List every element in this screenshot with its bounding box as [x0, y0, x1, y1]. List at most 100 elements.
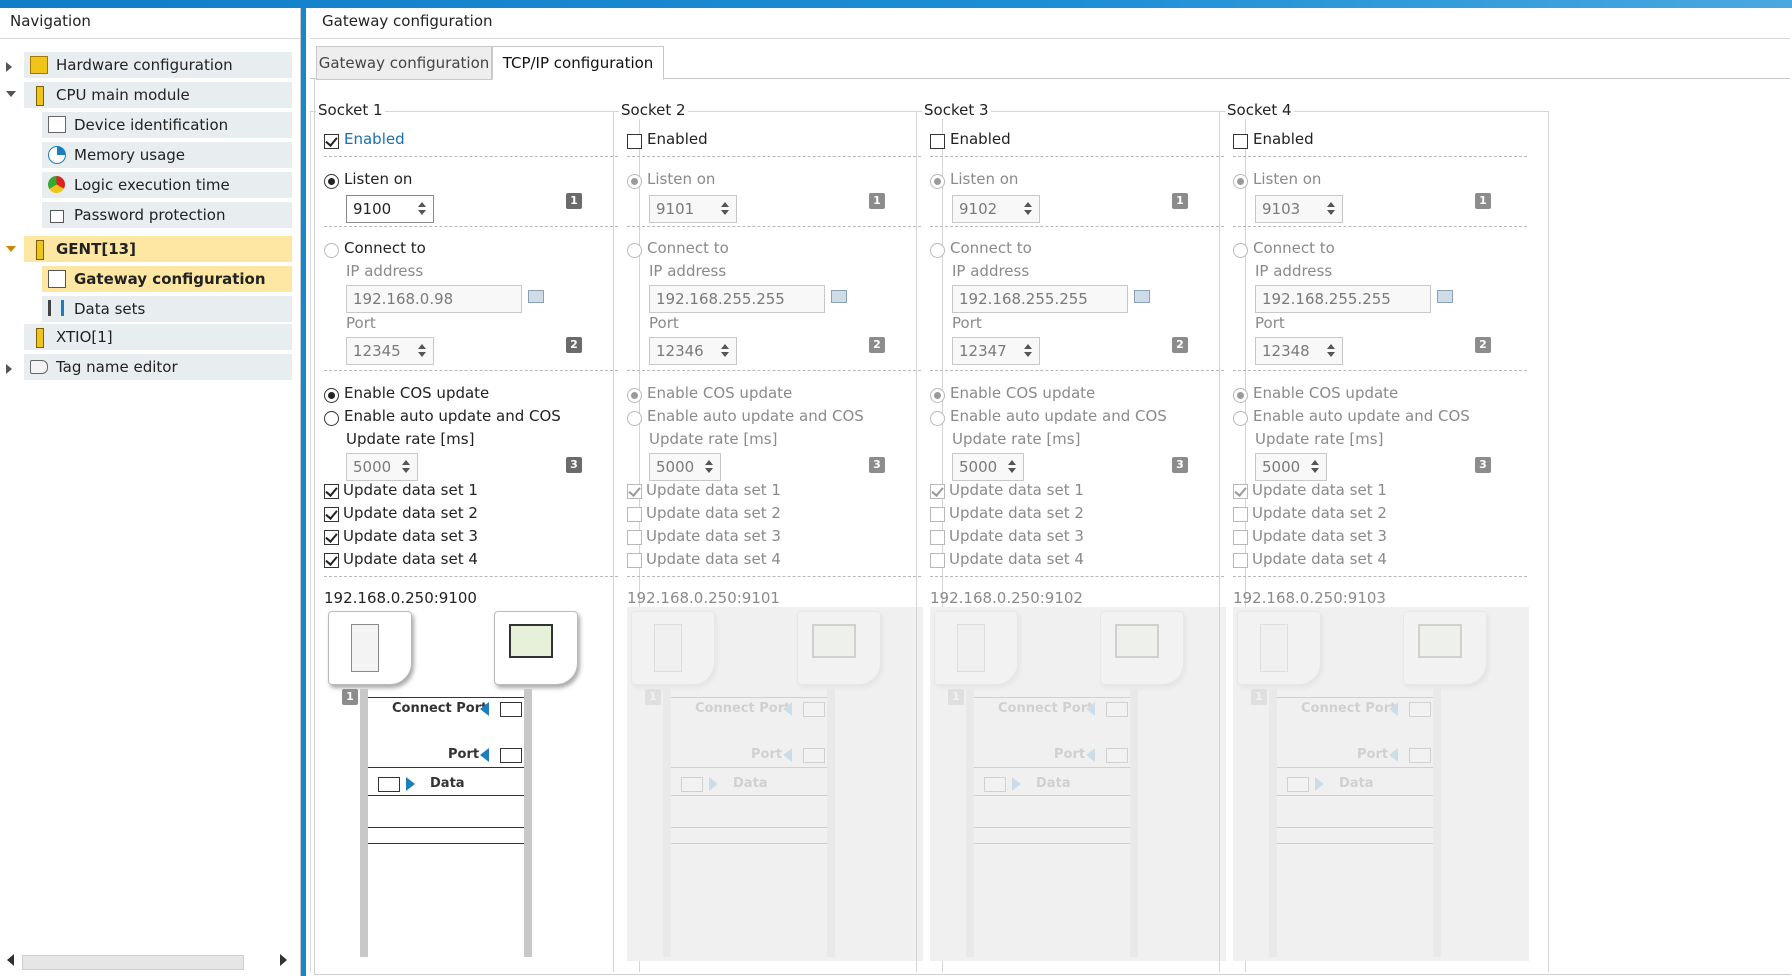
spin-down-icon[interactable]	[402, 468, 410, 473]
tab-tcpip-configuration[interactable]: TCP/IP configuration	[492, 46, 664, 80]
enable-auto-update-radio[interactable]	[930, 411, 945, 426]
connect-port-spinbox[interactable]: 12345	[346, 337, 434, 365]
connect-to-radio[interactable]	[1233, 243, 1248, 258]
connect-to-radio[interactable]	[930, 243, 945, 258]
tree-item-tag-name-editor[interactable]: Tag name editor	[24, 354, 292, 380]
tab-gateway-configuration[interactable]: Gateway configuration	[316, 46, 492, 80]
spin-up-icon[interactable]	[1008, 460, 1016, 465]
update-rate-spinbox[interactable]: 5000	[649, 453, 721, 481]
connect-port-spinbox[interactable]: 12347	[952, 337, 1040, 365]
network-pc-icon[interactable]	[528, 290, 544, 303]
spin-up-icon[interactable]	[721, 344, 729, 349]
tree-item-xtio1[interactable]: XTIO[1]	[24, 324, 292, 350]
spin-up-icon[interactable]	[721, 202, 729, 207]
enable-auto-update-radio[interactable]	[324, 411, 339, 426]
spin-down-icon[interactable]	[418, 352, 426, 357]
spin-up-icon[interactable]	[418, 202, 426, 207]
spin-down-icon[interactable]	[1008, 468, 1016, 473]
update-data-set-1-checkbox[interactable]	[930, 484, 945, 499]
collapse-arrow-icon[interactable]	[6, 91, 16, 97]
scrollbar-thumb[interactable]	[22, 955, 244, 970]
update-data-set-3-checkbox[interactable]	[627, 530, 642, 545]
spin-down-icon[interactable]	[705, 468, 713, 473]
connect-port-spinbox[interactable]: 12346	[649, 337, 737, 365]
spin-up-icon[interactable]	[1311, 460, 1319, 465]
tree-item-gent13[interactable]: GENT[13]	[24, 236, 292, 262]
enable-auto-update-radio[interactable]	[627, 411, 642, 426]
enable-cos-radio[interactable]	[324, 388, 339, 403]
network-pc-icon[interactable]	[1437, 290, 1453, 303]
listen-on-radio[interactable]	[930, 174, 945, 189]
enable-cos-radio[interactable]	[930, 388, 945, 403]
update-data-set-4-checkbox[interactable]	[1233, 553, 1248, 568]
spin-down-icon[interactable]	[721, 352, 729, 357]
spin-up-icon[interactable]	[1327, 202, 1335, 207]
network-pc-icon[interactable]	[1134, 290, 1150, 303]
network-pc-icon[interactable]	[831, 290, 847, 303]
enable-auto-update-radio[interactable]	[1233, 411, 1248, 426]
spin-down-icon[interactable]	[1311, 468, 1319, 473]
expand-arrow-icon[interactable]	[6, 62, 12, 72]
spin-down-icon[interactable]	[1024, 352, 1032, 357]
enable-cos-radio[interactable]	[1233, 388, 1248, 403]
update-data-set-2-checkbox[interactable]	[324, 507, 339, 522]
listen-port-spinbox[interactable]: 9102	[952, 195, 1040, 223]
update-data-set-2-checkbox[interactable]	[627, 507, 642, 522]
tree-item-memory-usage[interactable]: Memory usage	[42, 142, 292, 168]
listen-port-spinbox[interactable]: 9103	[1255, 195, 1343, 223]
spin-up-icon[interactable]	[402, 460, 410, 465]
spin-down-icon[interactable]	[1024, 210, 1032, 215]
update-data-set-3-checkbox[interactable]	[930, 530, 945, 545]
enabled-checkbox[interactable]	[324, 134, 339, 149]
enabled-checkbox[interactable]	[1233, 134, 1248, 149]
connect-to-radio[interactable]	[627, 243, 642, 258]
enabled-checkbox[interactable]	[930, 134, 945, 149]
collapse-arrow-icon[interactable]	[6, 246, 16, 252]
ip-address-field[interactable]: 192.168.255.255	[952, 285, 1128, 313]
spin-up-icon[interactable]	[1024, 202, 1032, 207]
spin-up-icon[interactable]	[1024, 344, 1032, 349]
enable-cos-radio[interactable]	[627, 388, 642, 403]
spin-down-icon[interactable]	[418, 210, 426, 215]
spin-down-icon[interactable]	[721, 210, 729, 215]
listen-on-radio[interactable]	[1233, 174, 1248, 189]
update-data-set-1-checkbox[interactable]	[324, 484, 339, 499]
update-data-set-4-checkbox[interactable]	[930, 553, 945, 568]
update-rate-spinbox[interactable]: 5000	[346, 453, 418, 481]
update-data-set-3-checkbox[interactable]	[324, 530, 339, 545]
update-data-set-3-checkbox[interactable]	[1233, 530, 1248, 545]
spin-up-icon[interactable]	[705, 460, 713, 465]
horizontal-scrollbar[interactable]	[0, 950, 296, 972]
spin-down-icon[interactable]	[1327, 210, 1335, 215]
update-rate-spinbox[interactable]: 5000	[1255, 453, 1327, 481]
tree-item-hardware-configuration[interactable]: Hardware configuration	[24, 52, 292, 78]
scroll-left-icon[interactable]	[7, 954, 14, 966]
update-rate-spinbox[interactable]: 5000	[952, 453, 1024, 481]
spin-up-icon[interactable]	[418, 344, 426, 349]
connect-to-radio[interactable]	[324, 243, 339, 258]
update-data-set-1-checkbox[interactable]	[627, 484, 642, 499]
tree-item-logic-execution-time[interactable]: Logic execution time	[42, 172, 292, 198]
tree-item-password-protection[interactable]: Password protection	[42, 202, 292, 228]
connect-port-spinbox[interactable]: 12348	[1255, 337, 1343, 365]
tree-item-data-sets[interactable]: Data sets	[42, 296, 292, 322]
update-data-set-2-checkbox[interactable]	[930, 507, 945, 522]
spin-up-icon[interactable]	[1327, 344, 1335, 349]
ip-address-field[interactable]: 192.168.0.98	[346, 285, 522, 313]
update-data-set-1-checkbox[interactable]	[1233, 484, 1248, 499]
listen-on-radio[interactable]	[324, 174, 339, 189]
update-data-set-4-checkbox[interactable]	[627, 553, 642, 568]
tree-item-cpu-main-module[interactable]: CPU main module	[24, 82, 292, 108]
listen-port-spinbox[interactable]: 9101	[649, 195, 737, 223]
ip-address-field[interactable]: 192.168.255.255	[649, 285, 825, 313]
expand-arrow-icon[interactable]	[6, 364, 12, 374]
tree-item-gateway-configuration[interactable]: Gateway configuration	[42, 266, 292, 292]
listen-port-spinbox[interactable]: 9100	[346, 195, 434, 223]
ip-address-field[interactable]: 192.168.255.255	[1255, 285, 1431, 313]
spin-down-icon[interactable]	[1327, 352, 1335, 357]
listen-on-radio[interactable]	[627, 174, 642, 189]
update-data-set-2-checkbox[interactable]	[1233, 507, 1248, 522]
tree-item-device-identification[interactable]: Device identification	[42, 112, 292, 138]
enabled-checkbox[interactable]	[627, 134, 642, 149]
scroll-right-icon[interactable]	[280, 954, 287, 966]
